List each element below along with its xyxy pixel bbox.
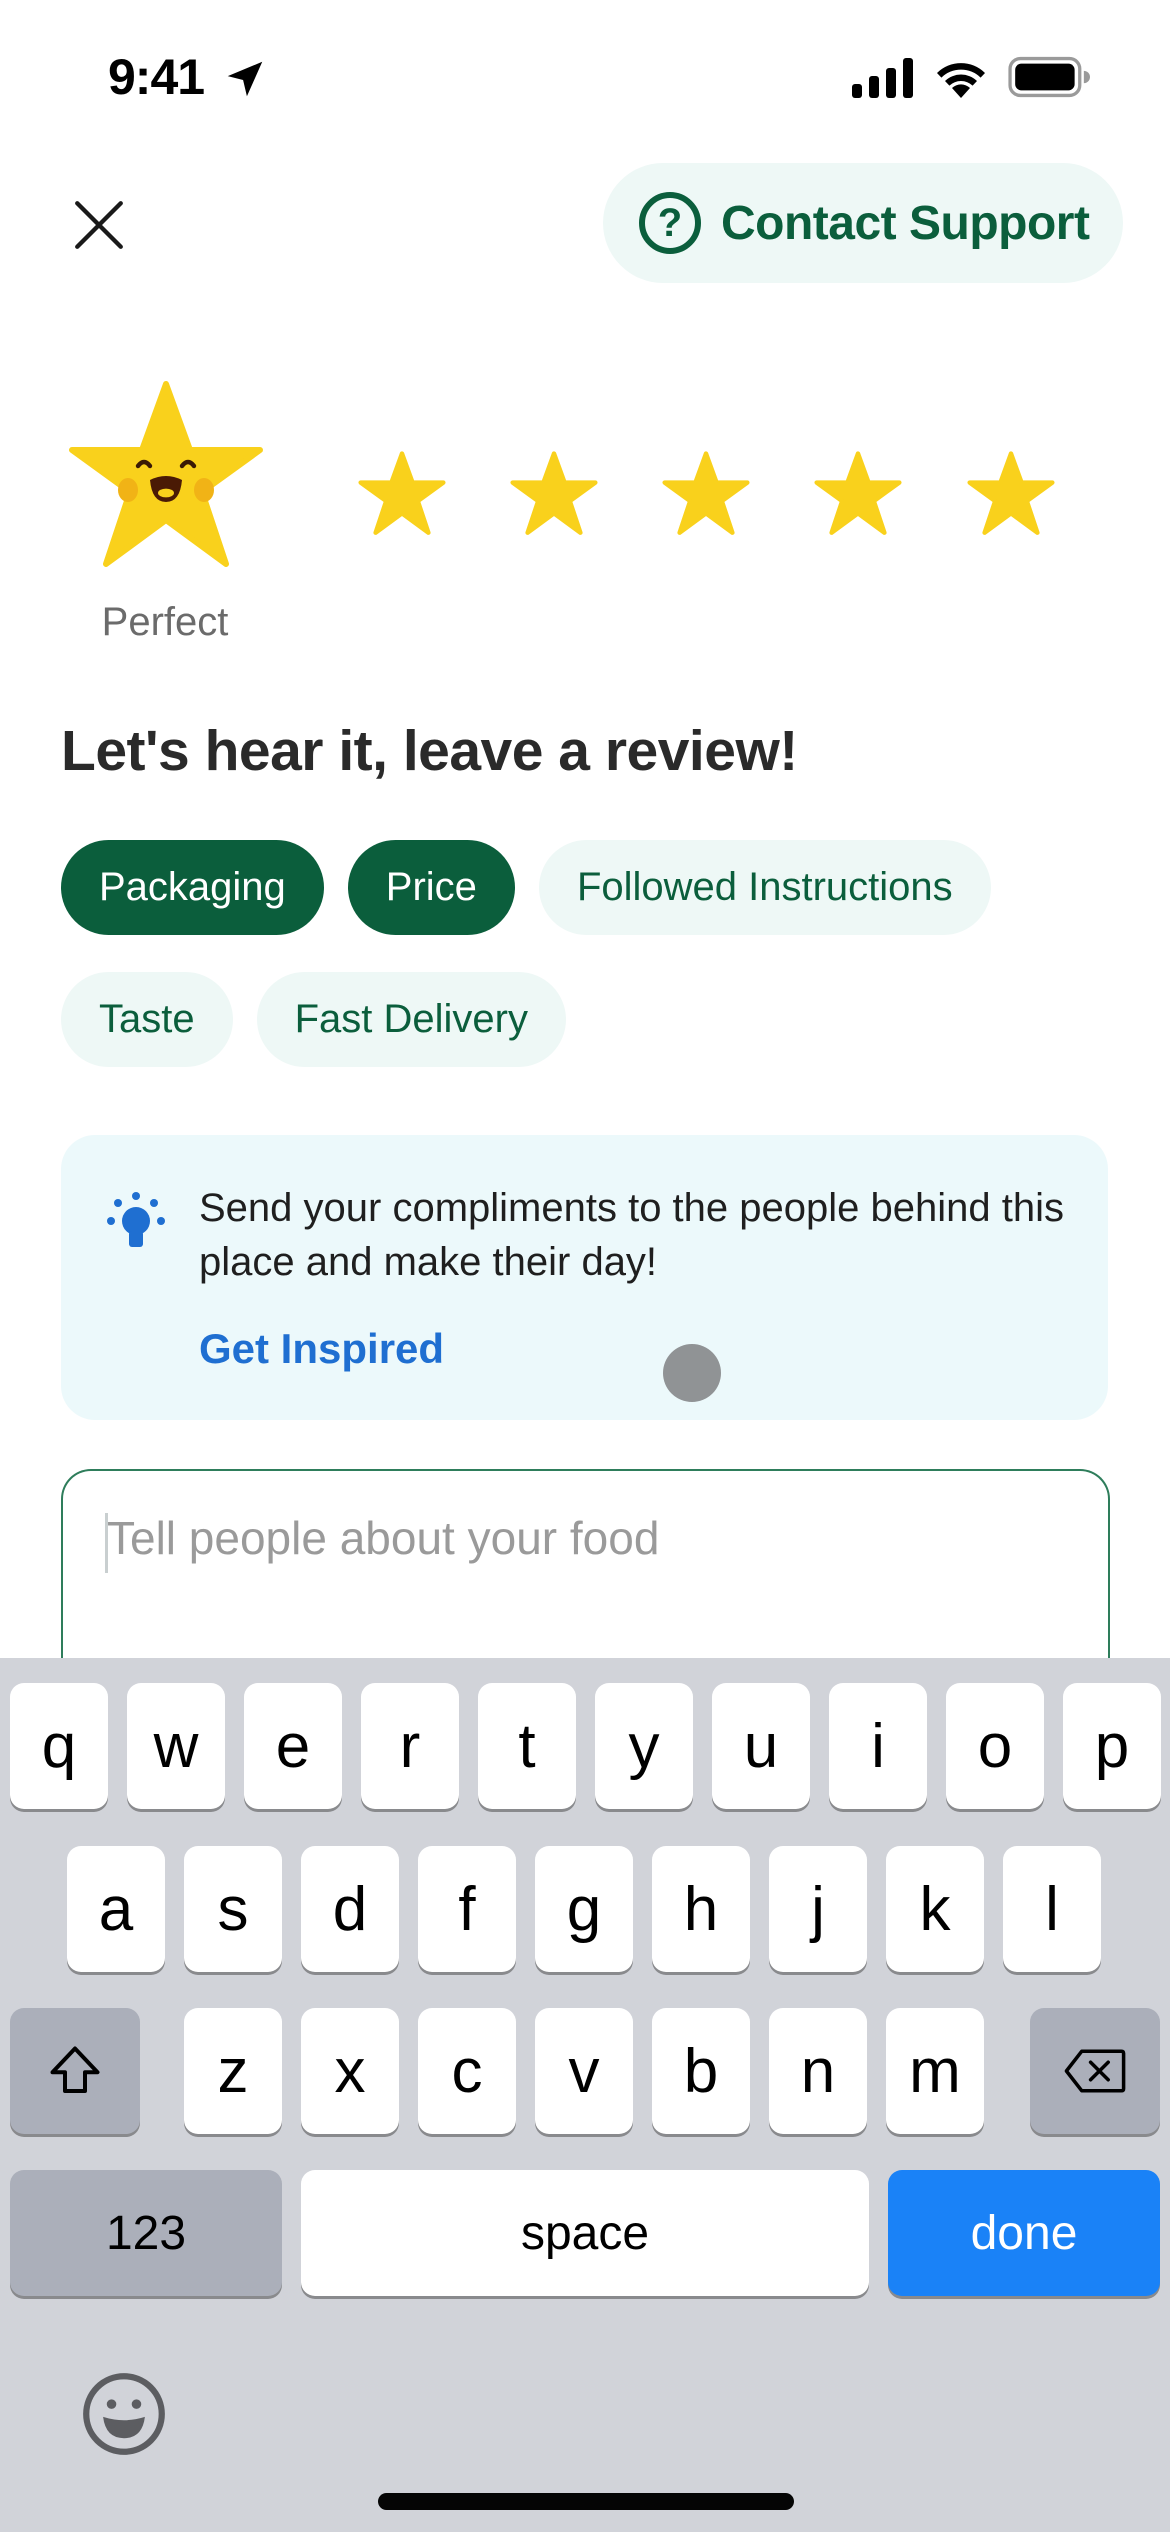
star-2-icon[interactable]: [510, 450, 598, 538]
get-inspired-link[interactable]: Get Inspired: [199, 1325, 444, 1373]
shift-arrow-icon: [50, 2046, 100, 2093]
key-i[interactable]: i: [829, 1683, 927, 1809]
battery-icon: [1008, 56, 1090, 98]
review-text-field[interactable]: Tell people about your food: [61, 1469, 1110, 1669]
key-x[interactable]: x: [301, 2008, 399, 2134]
shift-key[interactable]: [10, 2008, 140, 2134]
key-l[interactable]: l: [1003, 1846, 1101, 1972]
star-3-icon[interactable]: [662, 450, 750, 538]
inspiration-tip-card: Send your compliments to the people behi…: [61, 1135, 1108, 1420]
review-placeholder: Tell people about your food: [107, 1512, 660, 1564]
home-indicator: [378, 2493, 794, 2510]
key-s[interactable]: s: [184, 1846, 282, 1972]
key-h[interactable]: h: [652, 1846, 750, 1972]
smiling-star-icon: [69, 381, 263, 567]
key-n[interactable]: n: [769, 2008, 867, 2134]
keyboard: q w e r t y u i o p a s d f g h j k l z …: [0, 1658, 1170, 2532]
key-u[interactable]: u: [712, 1683, 810, 1809]
tag-chip-group: Packaging Price Followed Instructions Ta…: [61, 840, 1121, 1067]
key-p[interactable]: p: [1063, 1683, 1161, 1809]
numbers-key[interactable]: 123: [10, 2170, 282, 2296]
key-q[interactable]: q: [10, 1683, 108, 1809]
key-a[interactable]: a: [67, 1846, 165, 1972]
star-5-icon[interactable]: [967, 450, 1055, 538]
key-d[interactable]: d: [301, 1846, 399, 1972]
lightbulb-icon: [107, 1192, 165, 1247]
contact-support-label: Contact Support: [721, 196, 1090, 250]
key-v[interactable]: v: [535, 2008, 633, 2134]
wifi-icon: [937, 63, 985, 98]
contact-support-button[interactable]: ? Contact Support: [603, 163, 1123, 283]
key-t[interactable]: t: [478, 1683, 576, 1809]
tag-chip-followed-instructions[interactable]: Followed Instructions: [538, 840, 991, 935]
tag-chip-fast-delivery[interactable]: Fast Delivery: [256, 972, 566, 1067]
status-time: 9:41: [108, 49, 205, 105]
key-g[interactable]: g: [535, 1846, 633, 1972]
done-key[interactable]: done: [888, 2170, 1160, 2296]
key-w[interactable]: w: [127, 1683, 225, 1809]
tip-text: Send your compliments to the people behi…: [199, 1186, 1064, 1284]
emoji-keyboard-icon[interactable]: [80, 2370, 168, 2458]
key-o[interactable]: o: [946, 1683, 1044, 1809]
star-1-icon[interactable]: [358, 450, 446, 538]
key-c[interactable]: c: [418, 2008, 516, 2134]
key-e[interactable]: e: [244, 1683, 342, 1809]
key-r[interactable]: r: [361, 1683, 459, 1809]
backspace-icon: [1064, 2049, 1126, 2093]
location-arrow-icon: [227, 61, 263, 97]
tag-chip-taste[interactable]: Taste: [61, 972, 233, 1067]
key-y[interactable]: y: [595, 1683, 693, 1809]
key-z[interactable]: z: [184, 2008, 282, 2134]
delete-key[interactable]: [1030, 2008, 1160, 2134]
review-heading: Let's hear it, leave a review!: [61, 719, 798, 783]
touch-indicator: [663, 1344, 721, 1402]
cellular-signal-icon: [852, 58, 913, 98]
key-b[interactable]: b: [652, 2008, 750, 2134]
star-4-icon[interactable]: [814, 450, 902, 538]
key-j[interactable]: j: [769, 1846, 867, 1972]
key-m[interactable]: m: [886, 2008, 984, 2134]
key-k[interactable]: k: [886, 1846, 984, 1972]
space-key[interactable]: space: [301, 2170, 869, 2296]
rating-label: Perfect: [101, 600, 229, 644]
help-circle-icon: ?: [639, 192, 701, 254]
tag-chip-price[interactable]: Price: [347, 840, 515, 935]
close-button[interactable]: [70, 196, 128, 254]
key-f[interactable]: f: [418, 1846, 516, 1972]
tag-chip-packaging[interactable]: Packaging: [61, 840, 324, 935]
